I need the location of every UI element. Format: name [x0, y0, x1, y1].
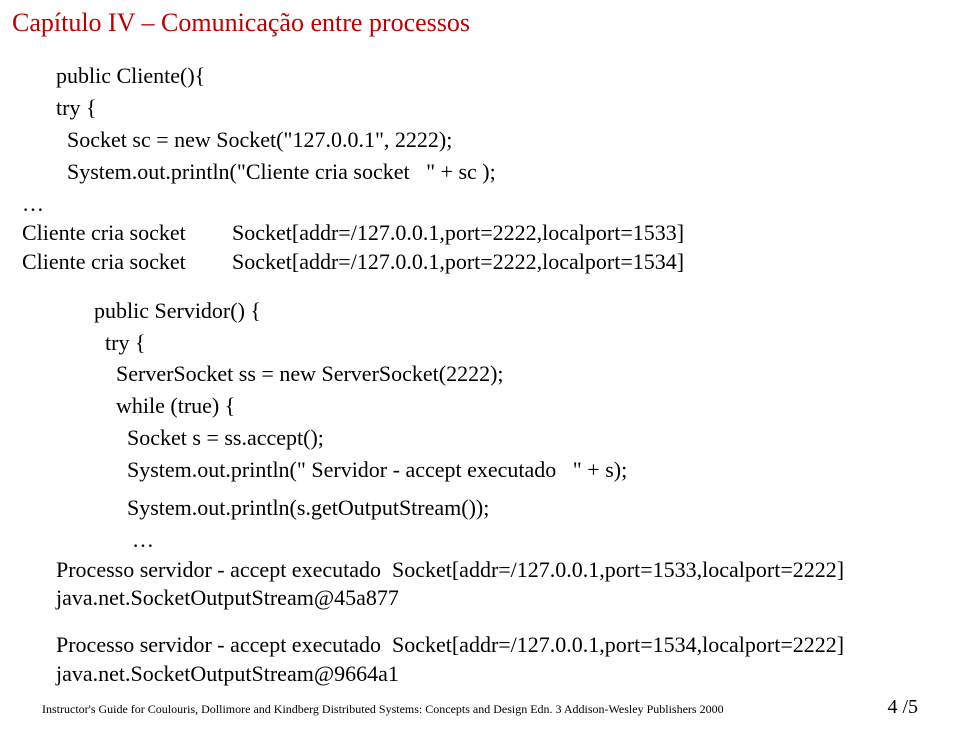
- output-label: Cliente cria socket: [22, 219, 232, 248]
- code-line: try {: [94, 327, 960, 359]
- output-value: Socket[addr=/127.0.0.1,port=2222,localpo…: [232, 219, 684, 248]
- output-label: Cliente cria socket: [22, 248, 232, 277]
- code-line: public Servidor() {: [94, 295, 960, 327]
- output-block: Cliente cria socket Socket[addr=/127.0.0…: [22, 219, 960, 276]
- code-line: ServerSocket ss = new ServerSocket(2222)…: [94, 358, 960, 390]
- ellipsis: …: [42, 524, 960, 556]
- output-line: java.net.SocketOutputStream@45a877: [56, 584, 960, 613]
- code-line: System.out.println(" Servidor - accept e…: [94, 454, 960, 486]
- output-value: Socket[addr=/127.0.0.1,port=2222,localpo…: [232, 248, 684, 277]
- output-line: Processo servidor - accept executado Soc…: [56, 556, 960, 585]
- page-number: 4 /5: [887, 696, 918, 719]
- page-title: Capítulo IV – Comunicação entre processo…: [0, 0, 960, 60]
- footer-reference: Instructor's Guide for Coulouris, Dollim…: [42, 702, 724, 717]
- output-line: java.net.SocketOutputStream@9664a1: [56, 660, 960, 689]
- code-line: while (true) {: [94, 390, 960, 422]
- code-line: Socket s = ss.accept();: [94, 422, 960, 454]
- output-block: Processo servidor - accept executado Soc…: [42, 556, 960, 688]
- code-line: System.out.println("Cliente cria socket …: [56, 156, 960, 188]
- main-content: public Cliente(){ try { Socket sc = new …: [0, 60, 960, 688]
- footer: Instructor's Guide for Coulouris, Dollim…: [42, 696, 918, 719]
- code-line: try {: [56, 92, 960, 124]
- output-line: Processo servidor - accept executado Soc…: [56, 631, 960, 660]
- code-line: Socket sc = new Socket("127.0.0.1", 2222…: [56, 124, 960, 156]
- ellipsis: …: [22, 188, 960, 220]
- code-line: System.out.println(s.getOutputStream());: [94, 492, 960, 524]
- code-line: public Cliente(){: [56, 60, 960, 92]
